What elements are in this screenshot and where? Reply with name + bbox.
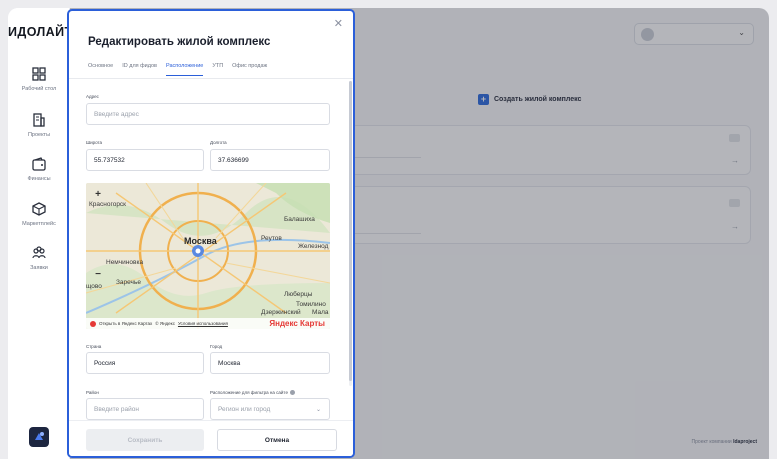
latitude-input[interactable]: 55.737532 xyxy=(86,149,204,171)
sidebar-item-label: Финансы xyxy=(27,176,51,182)
map-city-label: Москва xyxy=(184,236,217,246)
map-place-label: Мала xyxy=(312,309,329,316)
scrollbar-thumb[interactable] xyxy=(349,81,352,381)
sidebar-item-label: Заявки xyxy=(30,265,48,271)
sidebar-item-requests[interactable]: Заявки xyxy=(8,245,70,271)
map-place-label: Балашиха xyxy=(284,216,315,223)
district-label: Район xyxy=(86,390,99,395)
address-label: Адрес xyxy=(86,94,99,99)
dashboard-icon xyxy=(32,67,46,81)
info-icon[interactable] xyxy=(289,390,295,396)
site-location-label-text: Расположение для фильтра на сайте xyxy=(210,390,288,395)
sidebar-item-label: Рабочий стол xyxy=(21,86,57,92)
address-input[interactable]: Введите адрес xyxy=(86,103,330,125)
location-map[interactable]: + − Москва Красногорск Балашиха Реутов Ж… xyxy=(86,183,330,329)
map-place-label: Дзержинский xyxy=(261,309,301,316)
longitude-input[interactable]: 37.636699 xyxy=(210,149,330,171)
tabs-divider xyxy=(69,78,353,79)
map-attribution-bar: Открыть в Яндекс Картах © Яндекс Условия… xyxy=(86,318,330,329)
sidebar-item-label: Маркетплейс xyxy=(22,221,56,227)
city-label: Город xyxy=(210,344,223,349)
save-button[interactable]: Сохранить xyxy=(86,429,204,451)
map-place-label: Томилино xyxy=(296,301,326,308)
cancel-button[interactable]: Отмена xyxy=(217,429,337,451)
tab-main[interactable]: Основное xyxy=(88,63,113,76)
latitude-label: Широта xyxy=(86,140,103,145)
map-place-label: Реутов xyxy=(261,235,282,242)
country-label: Страна xyxy=(86,344,102,349)
city-input[interactable]: Москва xyxy=(210,352,330,374)
open-yandex-maps-link[interactable]: Открыть в Яндекс Картах xyxy=(99,321,152,326)
sidebar-item-marketplace[interactable]: Маркетплейс xyxy=(8,201,70,227)
sidebar-item-label: Проекты xyxy=(27,132,51,138)
close-icon[interactable]: ✕ xyxy=(334,17,343,30)
sidebar-item-finance[interactable]: Финансы xyxy=(8,156,70,182)
modal-footer: Сохранить Отмена xyxy=(69,420,353,456)
sidebar-item-dashboard[interactable]: Рабочий стол xyxy=(8,66,70,92)
users-icon xyxy=(32,246,46,259)
site-location-label: Расположение для фильтра на сайте xyxy=(210,390,295,396)
chevron-down-icon: ⌄ xyxy=(315,406,321,413)
map-place-label: Красногорск xyxy=(89,201,127,208)
country-input[interactable]: Россия xyxy=(86,352,204,374)
map-terms-link[interactable]: Условия использования xyxy=(178,321,228,326)
map-copyright: © Яндекс xyxy=(155,321,175,326)
zoom-in-button[interactable]: + xyxy=(92,189,104,201)
yandex-maps-logo: Яндекс Карты xyxy=(269,319,325,328)
tab-location[interactable]: Расположение xyxy=(165,63,204,76)
map-place-label: Люберцы xyxy=(284,291,313,298)
help-icon[interactable] xyxy=(29,427,49,447)
logo: ИДОЛАЙТ xyxy=(8,25,73,39)
sidebar-item-projects[interactable]: Проекты xyxy=(8,112,70,138)
building-icon xyxy=(33,113,45,127)
map-place-label: Железнод xyxy=(298,243,329,250)
box-icon xyxy=(32,202,46,216)
map-pin-icon xyxy=(90,320,96,327)
sidebar: ИДОЛАЙТ Рабочий стол Проекты Финансы Мар… xyxy=(8,8,73,459)
modal-title: Редактировать жилой комплекс xyxy=(88,36,271,48)
site-location-placeholder: Регион или город xyxy=(218,405,271,413)
site-location-select[interactable]: Регион или город ⌄ xyxy=(210,398,330,420)
edit-complex-modal: ✕ Редактировать жилой комплекс Основное … xyxy=(67,9,355,458)
longitude-label: Долгота xyxy=(210,140,227,145)
district-input[interactable]: Введите район xyxy=(86,398,204,420)
tab-usp[interactable]: УТП xyxy=(212,63,223,76)
zoom-out-button[interactable]: − xyxy=(92,269,104,281)
tab-sales-office[interactable]: Офис продаж xyxy=(232,63,267,76)
modal-tabs: Основное ID для фидов Расположение УТП О… xyxy=(88,63,267,76)
map-place-label: Заречье xyxy=(116,279,141,286)
map-place-label: щово xyxy=(86,283,102,290)
wallet-icon xyxy=(32,157,46,171)
tab-feed-ids[interactable]: ID для фидов xyxy=(122,63,157,76)
map-place-label: Немчиновка xyxy=(106,259,144,266)
modal-scrollbar[interactable] xyxy=(349,81,352,386)
